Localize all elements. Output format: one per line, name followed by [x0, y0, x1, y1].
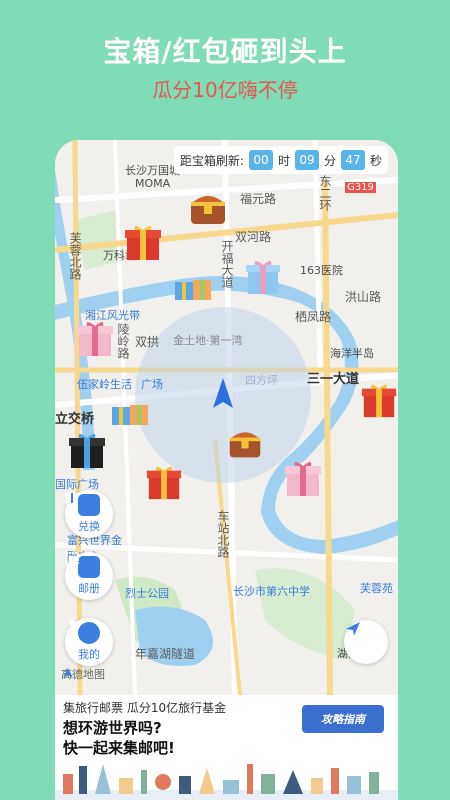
countdown-minutes: 09	[294, 150, 319, 170]
map-label-furong: 芙蓉北路	[68, 232, 82, 280]
exchange-button[interactable]: 兑换	[65, 490, 113, 538]
map-label-haiyang: 海洋半岛	[330, 347, 374, 360]
map-label-kaifu: 开福大道	[220, 240, 234, 288]
map-label-huan: 东二环	[318, 175, 332, 211]
map-label-furongyuan: 芙蓉苑	[360, 582, 393, 595]
map-label-sanyi: 三一大道	[307, 372, 360, 387]
map-label-lijiao: 立交桥	[55, 412, 95, 427]
exchange-label: 兑换	[78, 520, 100, 533]
user-icon	[66, 620, 100, 644]
gift-pair-icon-2[interactable]	[110, 395, 150, 427]
treasure-chest-icon-2[interactable]	[227, 426, 263, 460]
banner-question: 想环游世界吗?	[63, 719, 162, 737]
black-gift-icon[interactable]	[67, 430, 107, 470]
album-label: 邮册	[78, 582, 100, 595]
promo-title: 宝箱/红包砸到头上	[103, 35, 347, 68]
map-label-lieshi: 烈士公园	[125, 587, 169, 600]
mine-button[interactable]: 我的	[65, 618, 113, 666]
banner-call-to-action: 快一起来集邮吧!	[63, 739, 175, 757]
red-gift-icon-2[interactable]	[360, 380, 398, 420]
map-view[interactable]: 长沙万国城 MOMA 福元路 G319 双河路 芙蓉北路 万科城 开福大道 16…	[55, 140, 398, 695]
map-label-guangchang: 广场	[141, 378, 163, 391]
countdown-seconds: 47	[340, 150, 365, 170]
map-label-fuyuan: 福元路	[240, 192, 277, 206]
map-label-shuangpu: 双拱	[135, 335, 160, 349]
countdown-label: 距宝箱刷新:	[179, 153, 244, 168]
map-label-liuzhong: 长沙市第六中学	[233, 585, 310, 598]
navigation-arrow-icon	[346, 622, 360, 636]
pink-gift-icon[interactable]	[75, 318, 115, 358]
promo-banner[interactable]: 集旅行邮票 瓜分10亿旅行基金 想环游世界吗? 快一起来集邮吧! 攻略指南	[55, 695, 398, 800]
map-label-g319: G319	[345, 182, 376, 193]
map-label-sihuan: 四方坪	[245, 374, 278, 387]
treasure-chest-icon[interactable]	[188, 190, 228, 226]
guide-button[interactable]: 攻略指南	[302, 705, 384, 733]
map-label-hospital: 163医院	[300, 264, 343, 277]
red-gift-icon-3[interactable]	[145, 462, 183, 502]
map-label-lingling: 陵岭路	[116, 323, 130, 359]
countdown-hours-unit: 时	[277, 153, 290, 168]
map-label-hongshan: 洪山路	[345, 290, 382, 304]
countdown-seconds-unit: 秒	[369, 153, 382, 168]
album-button[interactable]: 邮册	[65, 552, 113, 600]
pink-gift-icon-2[interactable]	[283, 458, 323, 498]
map-label-wanguo: 长沙万国城	[125, 164, 180, 177]
refresh-countdown: 距宝箱刷新: 00 时 09 分 47 秒	[173, 146, 388, 174]
gift-icon	[65, 493, 100, 516]
stamp-album-icon	[65, 552, 100, 578]
promo-subtitle: 瓜分10亿嗨不停	[152, 78, 298, 102]
city-skyline-illustration	[55, 764, 398, 800]
map-label-wujia: 伍家岭生活	[77, 378, 132, 391]
amap-logo: 高德地图	[61, 666, 105, 682]
phone-screen: 长沙万国城 MOMA 福元路 G319 双河路 芙蓉北路 万科城 开福大道 16…	[55, 140, 398, 800]
blue-gift-icon[interactable]	[245, 258, 281, 296]
map-label-jintudi: 金土地·第一湾	[173, 334, 243, 347]
map-label-shuanghe: 双河路	[235, 230, 272, 244]
map-label-moma: MOMA	[135, 177, 171, 190]
countdown-minutes-unit: 分	[323, 153, 336, 168]
banner-headline: 集旅行邮票 瓜分10亿旅行基金	[63, 701, 227, 715]
map-label-chezhan: 车站北路	[216, 510, 230, 558]
amap-logo-icon	[63, 668, 73, 678]
countdown-hours: 00	[248, 150, 273, 170]
map-label-niansuo: 年嘉湖隧道	[135, 647, 196, 661]
map-label-qixia: 栖凤路	[295, 310, 332, 324]
red-gift-icon[interactable]	[123, 222, 163, 262]
mine-label: 我的	[78, 648, 100, 661]
locate-button[interactable]	[344, 620, 388, 664]
gift-pair-icon[interactable]	[173, 270, 213, 302]
